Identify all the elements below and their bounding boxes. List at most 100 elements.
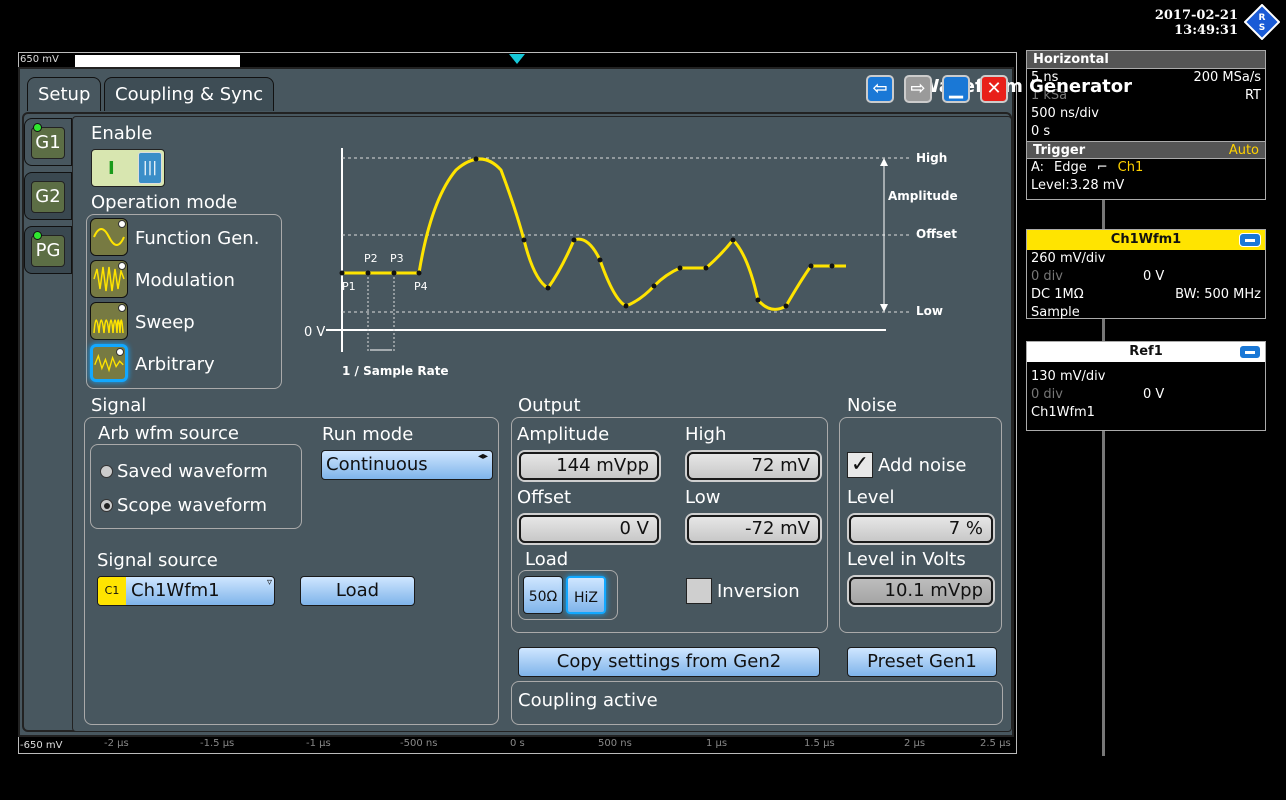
signal-source-value: Ch1Wfm1 bbox=[131, 580, 220, 601]
status-led-icon bbox=[33, 123, 42, 132]
minimize-icon[interactable] bbox=[1239, 345, 1261, 359]
copy-settings-button[interactable]: Copy settings from Gen2 bbox=[518, 647, 820, 677]
arbitrary-icon[interactable] bbox=[90, 344, 128, 382]
signal-source-label: Signal source bbox=[97, 550, 218, 571]
load-50ohm-button[interactable]: 50Ω bbox=[523, 576, 563, 614]
x-tick: -1 µs bbox=[306, 738, 331, 749]
add-noise-checkbox[interactable]: ✓ bbox=[847, 452, 873, 478]
high-label: High bbox=[685, 424, 727, 445]
svg-text:S: S bbox=[1259, 23, 1265, 33]
ref1-source: Ch1Wfm1 bbox=[1031, 405, 1095, 420]
mode-function-gen[interactable]: Function Gen. bbox=[135, 228, 259, 249]
trigger-title: Trigger bbox=[1033, 143, 1086, 158]
label-p1: P1 bbox=[342, 280, 356, 293]
arb-source-label: Arb wfm source bbox=[98, 423, 239, 444]
ch1-offset-div: 0 div bbox=[1031, 269, 1063, 284]
high-field[interactable]: 72 mV bbox=[687, 452, 820, 480]
radio-scope-waveform[interactable]: Scope waveform bbox=[100, 495, 267, 516]
rs-logo-icon: R S bbox=[1244, 4, 1280, 40]
trigger-source-prefix: A: bbox=[1031, 160, 1045, 175]
horizontal-panel[interactable]: Horizontal 5 ns 200 MSa/s 1 kSa RT 500 ns/… bbox=[1026, 50, 1266, 200]
function-gen-icon[interactable] bbox=[90, 218, 128, 256]
radio-icon bbox=[100, 465, 113, 478]
minimize-icon[interactable]: ▁ bbox=[942, 75, 970, 103]
trigger-channel: Ch1 bbox=[1117, 160, 1144, 175]
low-label: Low bbox=[685, 487, 721, 508]
modulation-icon[interactable] bbox=[90, 260, 128, 298]
bottom-level-label: -650 mV bbox=[20, 740, 63, 751]
x-tick: 2 µs bbox=[904, 738, 926, 749]
saved-waveform-label: Saved waveform bbox=[117, 461, 268, 482]
waveform-trace-top bbox=[75, 55, 240, 67]
label-p2: P2 bbox=[364, 252, 378, 265]
noise-level-label: Level bbox=[847, 487, 895, 508]
tab-coupling-sync[interactable]: Coupling & Sync bbox=[104, 77, 275, 111]
trigger-position-marker[interactable] bbox=[509, 54, 525, 64]
output-label: Output bbox=[518, 395, 581, 416]
ref1-offset-div: 0 div bbox=[1031, 387, 1063, 402]
sample-rate: 200 MSa/s bbox=[1193, 70, 1261, 85]
enable-toggle[interactable]: I ||| bbox=[91, 149, 165, 187]
noise-level-field[interactable]: 7 % bbox=[849, 515, 993, 543]
tab-pg[interactable]: PG bbox=[24, 226, 72, 274]
ref1-header: Ref1 bbox=[1027, 342, 1265, 362]
ch1-scale: 260 mV/div bbox=[1031, 251, 1106, 266]
ch1-bandwidth: BW: 500 MHz bbox=[1175, 287, 1261, 302]
edge-rising-icon: ⌐ bbox=[1096, 160, 1108, 175]
inversion-label: Inversion bbox=[717, 581, 800, 602]
offset-field[interactable]: 0 V bbox=[519, 515, 659, 543]
label-p4: P4 bbox=[414, 280, 428, 293]
arrow-right-icon[interactable]: ⇨ bbox=[904, 75, 932, 103]
tab-setup[interactable]: Setup bbox=[27, 77, 102, 111]
close-icon[interactable]: ✕ bbox=[980, 75, 1008, 103]
preset-gen1-button[interactable]: Preset Gen1 bbox=[847, 647, 997, 677]
tab-g2[interactable]: G2 bbox=[24, 172, 72, 220]
sweep-icon[interactable] bbox=[90, 302, 128, 340]
radio-saved-waveform[interactable]: Saved waveform bbox=[100, 461, 268, 482]
inversion-checkbox[interactable] bbox=[686, 578, 712, 604]
mode-modulation[interactable]: Modulation bbox=[135, 270, 235, 291]
ch1-coupling: DC 1MΩ bbox=[1031, 287, 1084, 302]
dropdown-icon: ◂▸ bbox=[477, 451, 488, 462]
x-tick: -1.5 µs bbox=[200, 738, 235, 749]
x-tick: 1.5 µs bbox=[804, 738, 835, 749]
x-tick: -2 µs bbox=[104, 738, 129, 749]
waveform-diagram: High Amplitude Offset Low 0 V 1 / Sample… bbox=[304, 148, 958, 378]
x-tick: 0 s bbox=[510, 738, 525, 749]
channel-badge: C1 bbox=[98, 577, 126, 605]
ref1-title: Ref1 bbox=[1129, 344, 1163, 359]
top-level-label: 650 mV bbox=[20, 54, 59, 65]
ref1-panel[interactable]: Ref1 130 mV/div 0 div 0 V Ch1Wfm1 bbox=[1026, 341, 1266, 431]
run-mode-select[interactable]: Continuous ◂▸ bbox=[321, 450, 493, 480]
level-in-volts-label: Level in Volts bbox=[847, 549, 966, 570]
dropdown-icon: ▿ bbox=[266, 577, 272, 588]
ref1-scale: 130 mV/div bbox=[1031, 369, 1106, 384]
offset-label: Offset bbox=[517, 487, 572, 508]
acq-mode: RT bbox=[1244, 88, 1261, 103]
trigger-type: Edge bbox=[1054, 160, 1087, 175]
label-high: High bbox=[916, 151, 947, 165]
signal-source-select[interactable]: C1 Ch1Wfm1 ▿ bbox=[97, 576, 275, 606]
arrow-left-icon[interactable]: ⇦ bbox=[866, 75, 894, 103]
status-text: Coupling active bbox=[518, 690, 658, 711]
load-hiz-button[interactable]: HiZ bbox=[566, 576, 606, 614]
date: 2017-02-21 bbox=[1154, 8, 1238, 23]
tab-g1[interactable]: G1 bbox=[24, 118, 72, 166]
minimize-icon[interactable] bbox=[1239, 233, 1261, 247]
status-led-icon bbox=[33, 231, 42, 240]
noise-label: Noise bbox=[847, 395, 897, 416]
enable-label: Enable bbox=[91, 123, 153, 144]
toggle-on-label: I bbox=[108, 158, 115, 179]
load-label: Load bbox=[525, 549, 569, 570]
low-field[interactable]: -72 mV bbox=[687, 515, 820, 543]
ch1wfm1-panel[interactable]: Ch1Wfm1 260 mV/div 0 div 0 V DC 1MΩ BW: 50… bbox=[1026, 229, 1266, 320]
signal-label: Signal bbox=[91, 395, 147, 416]
load-button[interactable]: Load bbox=[300, 576, 415, 606]
mode-sweep[interactable]: Sweep bbox=[135, 312, 195, 333]
g2-label: G2 bbox=[31, 181, 65, 213]
amplitude-field[interactable]: 144 mVpp bbox=[519, 452, 659, 480]
horizontal-title: Horizontal bbox=[1027, 51, 1265, 69]
mode-arbitrary[interactable]: Arbitrary bbox=[135, 354, 215, 375]
level-in-volts-field: 10.1 mVpp bbox=[849, 577, 993, 605]
ch1-offset-v: 0 V bbox=[1142, 269, 1165, 284]
